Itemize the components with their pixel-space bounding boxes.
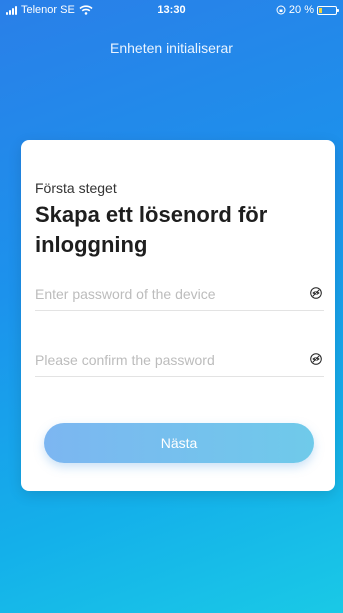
rotation-lock-icon [276,5,286,15]
password-input[interactable] [35,282,285,306]
status-bar: Telenor SE 13:30 20 % [0,0,343,20]
status-right: 20 % [276,4,339,16]
step-label: Första steget [35,180,117,196]
password-card: Första steget Skapa ett lösenord för inl… [21,140,335,491]
battery-fill [319,7,322,13]
next-button[interactable]: Nästa [44,423,314,463]
password-field [35,282,324,311]
page-title: Enheten initialiserar [110,40,233,56]
confirm-password-field [35,348,324,377]
eye-icon[interactable] [310,353,322,365]
battery-percent: 20 % [288,4,314,16]
battery-icon [317,5,339,15]
confirm-password-input[interactable] [35,348,285,372]
eye-icon[interactable] [310,287,322,299]
card-heading: Skapa ett lösenord för inloggning [35,202,268,257]
